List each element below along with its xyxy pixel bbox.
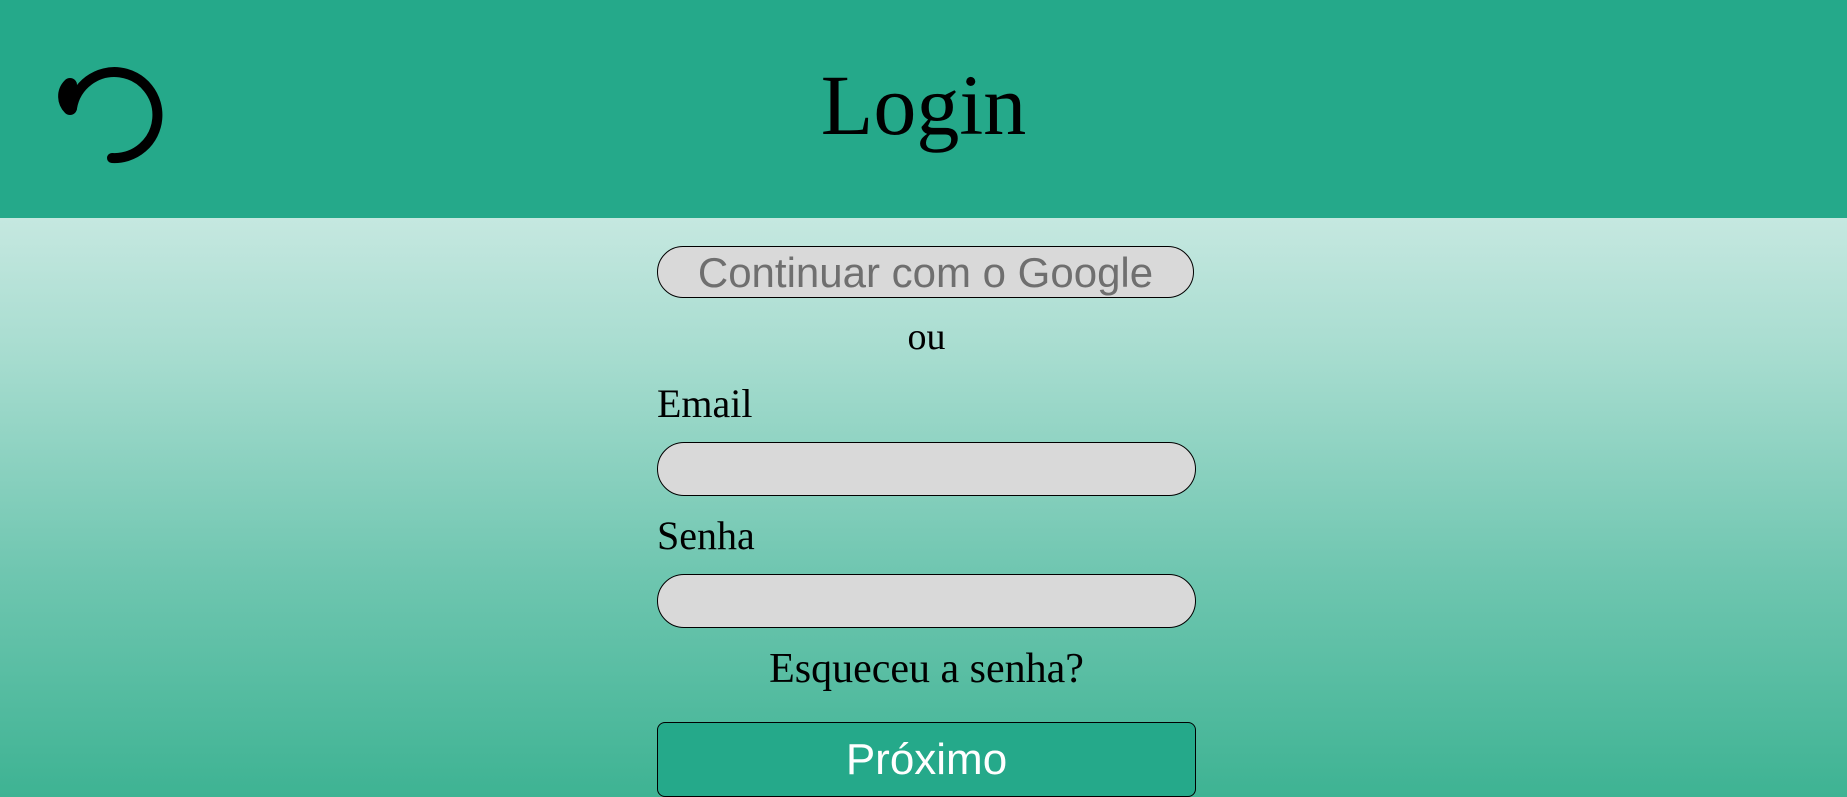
page-title: Login <box>820 57 1027 153</box>
continue-with-google-button[interactable]: Continuar com o Google <box>657 246 1194 298</box>
next-button[interactable]: Próximo <box>657 722 1196 797</box>
forgot-password-link[interactable]: Esqueceu a senha? <box>657 646 1196 692</box>
password-label: Senha <box>657 513 755 558</box>
divider-text: ou <box>907 316 946 358</box>
password-field[interactable] <box>657 574 1196 628</box>
top-header: Login <box>0 0 1847 218</box>
email-field[interactable] <box>657 442 1196 496</box>
email-label: Email <box>657 381 753 426</box>
